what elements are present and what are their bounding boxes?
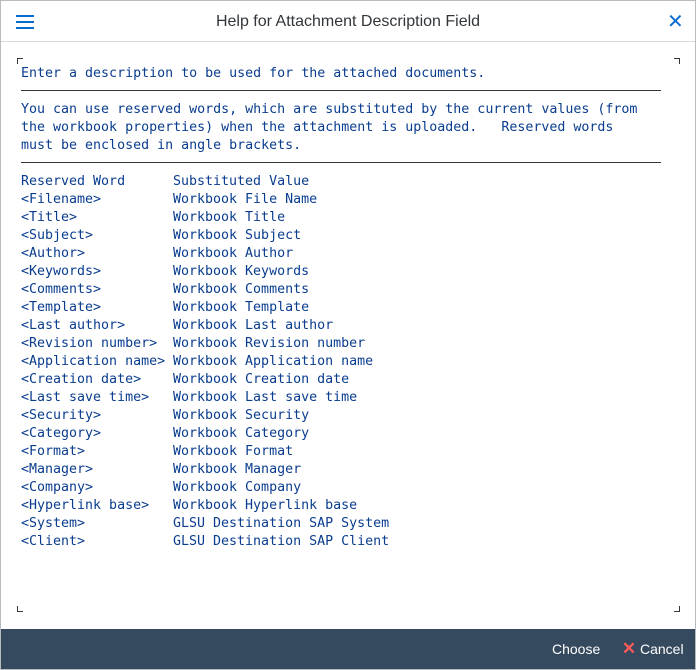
reserved-word-cell: <Company> <box>21 480 94 495</box>
table-row: <Format> Workbook Format <box>21 443 293 461</box>
reserved-word-cell: <Last author> <box>21 318 126 333</box>
corner-mark-bottom-left <box>17 606 23 612</box>
substituted-value-cell: Workbook Title <box>173 210 286 225</box>
reserved-word-cell: <Format> <box>21 444 86 459</box>
explanation-line-2: the workbook properties) when the attach… <box>21 120 614 135</box>
reserved-word-cell: <Subject> <box>21 228 94 243</box>
substituted-value-cell: Workbook Company <box>173 480 302 495</box>
help-content: Enter a description to be used for the a… <box>1 42 695 629</box>
cancel-button-label: Cancel <box>640 641 684 657</box>
substituted-value-cell: GLSU Destination SAP System <box>173 516 390 531</box>
divider-1 <box>21 90 661 91</box>
table-row: <Hyperlink base> Workbook Hyperlink base <box>21 497 357 515</box>
substituted-value-cell: Workbook Revision number <box>173 336 366 351</box>
reserved-word-cell: <Client> <box>21 534 86 549</box>
table-row: <Category> Workbook Category <box>21 425 309 443</box>
reserved-word-cell: <Keywords> <box>21 264 102 279</box>
table-header-row: Reserved Word Substituted Value <box>21 173 309 191</box>
substituted-value-cell: Workbook Comments <box>173 282 310 297</box>
dialog-footer: Choose ✕ Cancel <box>1 629 695 669</box>
substituted-value-cell: Workbook Format <box>173 444 294 459</box>
table-row: <Template> Workbook Template <box>21 299 309 317</box>
substituted-value-cell: Workbook Author <box>173 246 294 261</box>
reserved-word-cell: <System> <box>21 516 86 531</box>
column-header-reserved-word: Reserved Word <box>21 174 126 189</box>
substituted-value-cell: Workbook Application name <box>173 354 374 369</box>
table-row: <Last author> Workbook Last author <box>21 317 333 335</box>
cancel-x-icon: ✕ <box>621 639 637 658</box>
substituted-value-cell: Workbook Keywords <box>173 264 310 279</box>
dialog-title: Help for Attachment Description Field <box>215 13 481 30</box>
reserved-word-cell: <Filename> <box>21 192 102 207</box>
reserved-word-cell: <Comments> <box>21 282 102 297</box>
table-row: <Company> Workbook Company <box>21 479 301 497</box>
reserved-word-cell: <Hyperlink base> <box>21 498 150 513</box>
table-row: <Creation date> Workbook Creation date <box>21 371 349 389</box>
substituted-value-cell: Workbook Last author <box>173 318 334 333</box>
substituted-value-cell: Workbook File Name <box>173 192 318 207</box>
reserved-word-cell: <Security> <box>21 408 102 423</box>
close-icon[interactable]: ✕ <box>667 12 684 32</box>
table-row: <System> GLSU Destination SAP System <box>21 515 389 533</box>
corner-mark-top-right <box>674 58 680 64</box>
substituted-value-cell: Workbook Subject <box>173 228 302 243</box>
table-row: <Author> Workbook Author <box>21 245 293 263</box>
substituted-value-cell: Workbook Hyperlink base <box>173 498 358 513</box>
table-row: <Security> Workbook Security <box>21 407 309 425</box>
help-dialog: Help for Attachment Description Field ✕ … <box>0 0 696 670</box>
reserved-word-cell: <Application name> <box>21 354 166 369</box>
corner-mark-top-left <box>17 58 23 64</box>
substituted-value-cell: Workbook Creation date <box>173 372 350 387</box>
substituted-value-cell: Workbook Template <box>173 300 310 315</box>
explanation-line-1: You can use reserved words, which are su… <box>21 102 638 117</box>
table-row: <Comments> Workbook Comments <box>21 281 309 299</box>
substituted-value-cell: GLSU Destination SAP Client <box>173 534 390 549</box>
table-row: <Application name> Workbook Application n… <box>21 353 373 371</box>
substituted-value-cell: Workbook Last save time <box>173 390 358 405</box>
column-header-substituted-value: Substituted Value <box>173 174 310 189</box>
table-row: <Client> GLSU Destination SAP Client <box>21 533 389 551</box>
explanation-line-3: must be enclosed in angle brackets. <box>21 138 302 153</box>
intro-text: Enter a description to be used for the a… <box>21 66 486 81</box>
reserved-word-cell: <Author> <box>21 246 86 261</box>
substituted-value-cell: Workbook Category <box>173 426 310 441</box>
reserved-word-cell: <Title> <box>21 210 78 225</box>
reserved-word-cell: <Template> <box>21 300 102 315</box>
choose-button[interactable]: Choose <box>552 629 600 669</box>
table-row: <Title> Workbook Title <box>21 209 285 227</box>
substituted-value-cell: Workbook Security <box>173 408 310 423</box>
corner-mark-bottom-right <box>674 606 680 612</box>
cancel-button[interactable]: ✕ Cancel <box>621 629 684 669</box>
table-row: <Subject> Workbook Subject <box>21 227 301 245</box>
title-bar: Help for Attachment Description Field ✕ <box>1 1 695 42</box>
table-row: <Filename> Workbook File Name <box>21 191 317 209</box>
reserved-word-cell: <Manager> <box>21 462 94 477</box>
divider-2 <box>21 162 661 163</box>
table-row: <Last save time> Workbook Last save time <box>21 389 357 407</box>
reserved-word-cell: <Revision number> <box>21 336 158 351</box>
reserved-word-cell: <Category> <box>21 426 102 441</box>
substituted-value-cell: Workbook Manager <box>173 462 302 477</box>
reserved-word-cell: <Last save time> <box>21 390 150 405</box>
reserved-word-cell: <Creation date> <box>21 372 142 387</box>
table-row: <Manager> Workbook Manager <box>21 461 301 479</box>
table-row: <Revision number> Workbook Revision numbe… <box>21 335 365 353</box>
reserved-words-table: Reserved Word Substituted Value <Filenam… <box>21 173 389 551</box>
table-row: <Keywords> Workbook Keywords <box>21 263 309 281</box>
